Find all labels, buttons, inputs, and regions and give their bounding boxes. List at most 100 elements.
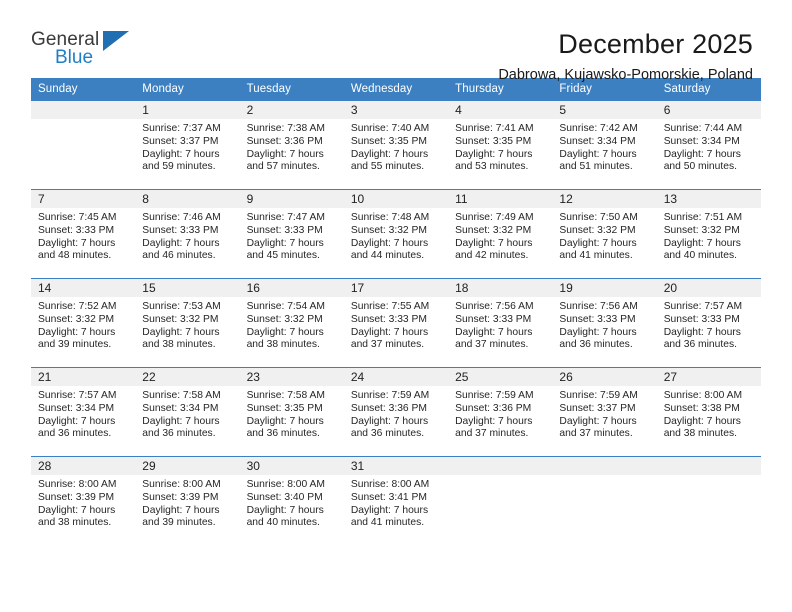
daylight-duration-line1: Daylight: 7 hours bbox=[38, 415, 116, 427]
calendar-day-cell[interactable]: 18 Sunrise: 7:56 AM Sunset: 3:33 PM Dayligh… bbox=[448, 278, 553, 368]
calendar-day-cell[interactable]: 16 Sunrise: 7:54 AM Sunset: 3:32 PM Dayligh… bbox=[239, 278, 344, 368]
sunset-time: Sunset: 3:32 PM bbox=[455, 224, 532, 236]
calendar-day-cell[interactable]: 17 Sunrise: 7:55 AM Sunset: 3:33 PM Dayligh… bbox=[343, 278, 449, 368]
day-details: Sunrise: 7:54 AM Sunset: 3:32 PM Daylight:… bbox=[239, 297, 344, 353]
daylight-duration-line2: and 41 minutes. bbox=[350, 517, 425, 529]
calendar-day-cell[interactable]: 11 Sunrise: 7:49 AM Sunset: 3:32 PM Dayligh… bbox=[448, 189, 553, 279]
day-number: 7 bbox=[31, 190, 136, 208]
day-cell-inner bbox=[448, 457, 553, 546]
calendar-day-cell[interactable]: 7 Sunrise: 7:45 AM Sunset: 3:33 PM Daylight… bbox=[31, 189, 136, 279]
daylight-duration-line2: and 38 minutes. bbox=[38, 517, 112, 529]
calendar-day-cell[interactable]: 23 Sunrise: 7:58 AM Sunset: 3:35 PM Dayligh… bbox=[239, 367, 344, 457]
sunset-time: Sunset: 3:32 PM bbox=[246, 313, 323, 325]
day-number: 23 bbox=[239, 368, 344, 386]
calendar-day-cell-empty bbox=[31, 100, 136, 190]
calendar-grid: Sunday Monday Tuesday Wednesday Thursday… bbox=[31, 78, 761, 546]
daylight-duration-line2: and 48 minutes. bbox=[38, 250, 112, 262]
day-cell-inner: 31 Sunrise: 8:00 AM Sunset: 3:41 PM Dayligh… bbox=[343, 457, 449, 546]
calendar-day-cell[interactable]: 24 Sunrise: 7:59 AM Sunset: 3:36 PM Dayligh… bbox=[343, 367, 449, 457]
calendar-day-cell-empty bbox=[656, 456, 761, 546]
daylight-duration-line1: Daylight: 7 hours bbox=[38, 326, 116, 338]
day-details: Sunrise: 7:44 AM Sunset: 3:34 PM Daylight:… bbox=[656, 119, 761, 175]
sunset-time: Sunset: 3:34 PM bbox=[663, 135, 740, 147]
day-cell-inner: 28 Sunrise: 8:00 AM Sunset: 3:39 PM Dayligh… bbox=[31, 457, 136, 546]
day-details: Sunrise: 7:56 AM Sunset: 3:33 PM Daylight:… bbox=[448, 297, 553, 353]
daylight-duration-line1: Daylight: 7 hours bbox=[246, 148, 324, 160]
calendar-day-cell[interactable]: 22 Sunrise: 7:58 AM Sunset: 3:34 PM Dayligh… bbox=[135, 367, 240, 457]
day-number: 10 bbox=[343, 190, 449, 208]
day-cell-inner bbox=[31, 101, 136, 189]
daylight-duration-line2: and 36 minutes. bbox=[350, 428, 425, 440]
blue-triangle-icon bbox=[103, 31, 129, 51]
day-number: 20 bbox=[656, 279, 761, 297]
day-cell-inner: 30 Sunrise: 8:00 AM Sunset: 3:40 PM Dayligh… bbox=[239, 457, 344, 546]
day-cell-inner: 24 Sunrise: 7:59 AM Sunset: 3:36 PM Dayligh… bbox=[343, 368, 449, 456]
calendar-day-cell[interactable]: 27 Sunrise: 8:00 AM Sunset: 3:38 PM Dayligh… bbox=[656, 367, 761, 457]
calendar-day-cell[interactable]: 30 Sunrise: 8:00 AM Sunset: 3:40 PM Dayligh… bbox=[239, 456, 344, 546]
day-number: 26 bbox=[552, 368, 657, 386]
sunset-time: Sunset: 3:32 PM bbox=[38, 313, 115, 325]
sunset-time: Sunset: 3:32 PM bbox=[663, 224, 740, 236]
sunset-time: Sunset: 3:34 PM bbox=[38, 402, 115, 414]
calendar-day-cell[interactable]: 12 Sunrise: 7:50 AM Sunset: 3:32 PM Dayligh… bbox=[552, 189, 657, 279]
calendar-day-cell[interactable]: 28 Sunrise: 8:00 AM Sunset: 3:39 PM Dayligh… bbox=[31, 456, 136, 546]
daylight-duration-line1: Daylight: 7 hours bbox=[455, 326, 533, 338]
calendar-day-cell-empty bbox=[552, 456, 657, 546]
daylight-duration-line2: and 38 minutes. bbox=[142, 339, 216, 351]
daylight-duration-line1: Daylight: 7 hours bbox=[455, 415, 533, 427]
calendar-day-cell[interactable]: 20 Sunrise: 7:57 AM Sunset: 3:33 PM Dayligh… bbox=[656, 278, 761, 368]
page-title: December 2025 bbox=[558, 29, 753, 59]
calendar-day-cell[interactable]: 9 Sunrise: 7:47 AM Sunset: 3:33 PM Daylight… bbox=[239, 189, 344, 279]
calendar-day-cell[interactable]: 10 Sunrise: 7:48 AM Sunset: 3:32 PM Dayligh… bbox=[343, 189, 449, 279]
calendar-day-cell[interactable]: 4 Sunrise: 7:41 AM Sunset: 3:35 PM Daylight… bbox=[448, 100, 553, 190]
calendar-day-cell[interactable]: 15 Sunrise: 7:53 AM Sunset: 3:32 PM Dayligh… bbox=[135, 278, 240, 368]
daylight-duration-line2: and 36 minutes. bbox=[142, 428, 216, 440]
sunrise-time: Sunrise: 7:37 AM bbox=[142, 123, 221, 134]
daylight-duration-line1: Daylight: 7 hours bbox=[246, 326, 324, 338]
calendar-week-row: 7 Sunrise: 7:45 AM Sunset: 3:33 PM Daylight… bbox=[31, 189, 761, 279]
daylight-duration-line1: Daylight: 7 hours bbox=[350, 148, 429, 160]
calendar-day-cell[interactable]: 8 Sunrise: 7:46 AM Sunset: 3:33 PM Daylight… bbox=[135, 189, 240, 279]
calendar-day-cell[interactable]: 26 Sunrise: 7:59 AM Sunset: 3:37 PM Dayligh… bbox=[552, 367, 657, 457]
daylight-duration-line2: and 39 minutes. bbox=[38, 339, 112, 351]
calendar-day-cell[interactable]: 14 Sunrise: 7:52 AM Sunset: 3:32 PM Dayligh… bbox=[31, 278, 136, 368]
daylight-duration-line1: Daylight: 7 hours bbox=[559, 148, 637, 160]
daylight-duration-line2: and 55 minutes. bbox=[350, 161, 425, 173]
calendar-day-cell[interactable]: 19 Sunrise: 7:56 AM Sunset: 3:33 PM Dayligh… bbox=[552, 278, 657, 368]
daylight-duration-line1: Daylight: 7 hours bbox=[38, 504, 116, 516]
day-details: Sunrise: 7:46 AM Sunset: 3:33 PM Daylight:… bbox=[135, 208, 240, 264]
daylight-duration-line1: Daylight: 7 hours bbox=[455, 237, 533, 249]
sunset-time: Sunset: 3:33 PM bbox=[663, 313, 740, 325]
day-cell-inner: 27 Sunrise: 8:00 AM Sunset: 3:38 PM Dayligh… bbox=[656, 368, 761, 456]
page-header: General Blue December 2025 Dabrowa, Kuja… bbox=[0, 0, 792, 83]
day-number bbox=[656, 457, 761, 475]
day-number: 27 bbox=[656, 368, 761, 386]
day-number: 3 bbox=[343, 101, 449, 119]
calendar-day-cell[interactable]: 3 Sunrise: 7:40 AM Sunset: 3:35 PM Daylight… bbox=[343, 100, 449, 190]
day-details: Sunrise: 7:59 AM Sunset: 3:36 PM Daylight:… bbox=[343, 386, 449, 442]
day-details: Sunrise: 7:41 AM Sunset: 3:35 PM Daylight:… bbox=[448, 119, 553, 175]
daylight-duration-line1: Daylight: 7 hours bbox=[142, 326, 220, 338]
calendar-day-cell[interactable]: 21 Sunrise: 7:57 AM Sunset: 3:34 PM Dayligh… bbox=[31, 367, 136, 457]
calendar-day-cell[interactable]: 13 Sunrise: 7:51 AM Sunset: 3:32 PM Dayligh… bbox=[656, 189, 761, 279]
day-details: Sunrise: 7:48 AM Sunset: 3:32 PM Daylight:… bbox=[343, 208, 449, 264]
sunset-time: Sunset: 3:36 PM bbox=[455, 402, 532, 414]
sunset-time: Sunset: 3:34 PM bbox=[559, 135, 636, 147]
sunrise-time: Sunrise: 7:46 AM bbox=[142, 212, 221, 223]
calendar-day-cell[interactable]: 6 Sunrise: 7:44 AM Sunset: 3:34 PM Daylight… bbox=[656, 100, 761, 190]
calendar-day-cell[interactable]: 1 Sunrise: 7:37 AM Sunset: 3:37 PM Daylight… bbox=[135, 100, 240, 190]
calendar-day-cell[interactable]: 5 Sunrise: 7:42 AM Sunset: 3:34 PM Daylight… bbox=[552, 100, 657, 190]
daylight-duration-line2: and 40 minutes. bbox=[663, 250, 737, 262]
daylight-duration-line2: and 42 minutes. bbox=[455, 250, 529, 262]
calendar-day-cell[interactable]: 2 Sunrise: 7:38 AM Sunset: 3:36 PM Daylight… bbox=[239, 100, 344, 190]
calendar-day-cell[interactable]: 25 Sunrise: 7:59 AM Sunset: 3:36 PM Dayligh… bbox=[448, 367, 553, 457]
sunrise-time: Sunrise: 7:41 AM bbox=[455, 123, 534, 134]
calendar-day-cell[interactable]: 29 Sunrise: 8:00 AM Sunset: 3:39 PM Dayligh… bbox=[135, 456, 240, 546]
daylight-duration-line2: and 38 minutes. bbox=[246, 339, 320, 351]
calendar-week-row: 14 Sunrise: 7:52 AM Sunset: 3:32 PM Dayligh… bbox=[31, 278, 761, 368]
daylight-duration-line2: and 51 minutes. bbox=[559, 161, 633, 173]
calendar-body: 1 Sunrise: 7:37 AM Sunset: 3:37 PM Daylight… bbox=[31, 100, 761, 546]
daylight-duration-line2: and 40 minutes. bbox=[246, 517, 320, 529]
calendar-day-cell[interactable]: 31 Sunrise: 8:00 AM Sunset: 3:41 PM Dayligh… bbox=[343, 456, 449, 546]
day-details: Sunrise: 7:59 AM Sunset: 3:37 PM Daylight:… bbox=[552, 386, 657, 442]
